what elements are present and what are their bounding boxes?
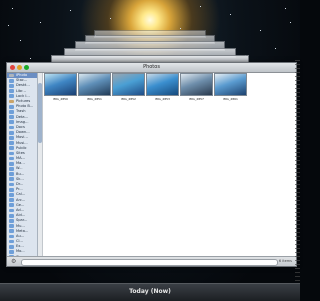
star	[30, 58, 31, 59]
photo-image[interactable]	[180, 73, 213, 96]
star	[260, 30, 261, 31]
window-titlebar: Photos	[7, 63, 296, 73]
star	[70, 10, 71, 11]
time-machine-bar: Today (Now)	[0, 283, 300, 301]
photo-filename: IMG_2857	[189, 97, 204, 101]
photo-filename: IMG_2853	[155, 97, 170, 101]
folder-icon	[9, 213, 14, 218]
folder-icon	[9, 115, 14, 119]
folder-icon	[9, 84, 14, 88]
scrollbar-thumb[interactable]	[38, 83, 42, 143]
folder-icon	[9, 239, 14, 244]
photo-filename: IMG_2852	[121, 97, 136, 101]
folder-icon	[9, 130, 14, 135]
folder-icon	[9, 224, 14, 228]
folder-icon	[9, 187, 14, 192]
photo-image[interactable]	[44, 73, 77, 96]
star	[290, 22, 291, 23]
status-bar: ⚙ 6 items	[7, 256, 296, 266]
window-title: Photos	[143, 64, 160, 70]
star	[275, 48, 276, 49]
folder-icon	[9, 89, 14, 94]
folder-icon	[9, 156, 14, 161]
folder-icon	[9, 172, 14, 177]
timeline-label: Today (Now)	[129, 288, 171, 295]
folder-icon	[9, 167, 14, 171]
star	[12, 8, 13, 9]
photo-grid: IMG_2850 IMG_2851 IMG_2852 IMG_2853 IMG_2857…	[44, 73, 247, 101]
photo-image[interactable]	[112, 73, 145, 96]
folder-icon	[9, 177, 14, 182]
folder-icon	[9, 218, 14, 223]
photo-filename: IMG_2851	[87, 97, 102, 101]
folder-icon	[9, 151, 14, 156]
folder-icon	[9, 135, 14, 140]
photo-image[interactable]	[78, 73, 111, 96]
folder-icon	[9, 141, 14, 145]
path-field[interactable]	[21, 259, 278, 266]
star	[200, 6, 201, 7]
star	[230, 14, 231, 15]
sidebar: iPhoto Stac... Deskt... Libr... Lock I... Pic…	[7, 73, 38, 256]
home-icon	[9, 99, 14, 104]
timeline-ruler[interactable]	[295, 60, 300, 282]
finder-window: Photos iPhoto Stac... Deskt... Libr... Lock …	[6, 62, 297, 267]
star	[285, 8, 286, 9]
photo-thumbnail[interactable]: IMG_2853	[146, 73, 179, 101]
status-text: 6 items	[278, 259, 292, 263]
photo-thumbnail[interactable]: IMG_2851	[78, 73, 111, 101]
folder-icon	[9, 94, 14, 99]
photo-thumbnail[interactable]: IMG_2857	[180, 73, 213, 101]
photo-thumbnail[interactable]: IMG_2850	[44, 73, 77, 101]
folder-icon	[9, 198, 14, 202]
photo-filename: IMG_2850	[53, 97, 68, 101]
gear-icon[interactable]: ⚙	[11, 258, 16, 265]
folder-icon	[9, 244, 14, 249]
folder-icon	[9, 161, 14, 166]
folder-icon	[9, 120, 14, 125]
folder-icon	[9, 104, 14, 109]
star	[40, 22, 41, 23]
photo-thumbnail[interactable]: IMG_2861	[214, 73, 247, 101]
photo-image[interactable]	[146, 73, 179, 96]
folder-icon	[9, 203, 14, 208]
star	[20, 40, 21, 41]
photo-image[interactable]	[214, 73, 247, 96]
star	[110, 18, 111, 19]
file-browser: IMG_2850 IMG_2851 IMG_2852 IMG_2853 IMG_2857…	[43, 73, 296, 256]
photo-thumbnail[interactable]: IMG_2852	[112, 73, 145, 101]
star	[8, 25, 9, 26]
folder-icon	[9, 146, 14, 151]
folder-icon	[9, 125, 14, 130]
folder-icon	[9, 208, 14, 213]
folder-icon	[9, 250, 14, 254]
folder-icon	[9, 234, 14, 239]
folder-icon	[9, 110, 14, 114]
folder-icon	[9, 229, 14, 234]
star	[180, 28, 181, 29]
folder-icon	[9, 182, 14, 187]
photo-filename: IMG_2861	[223, 97, 238, 101]
folder-icon	[9, 193, 14, 197]
drive-icon	[9, 73, 14, 78]
folder-icon	[9, 78, 14, 83]
